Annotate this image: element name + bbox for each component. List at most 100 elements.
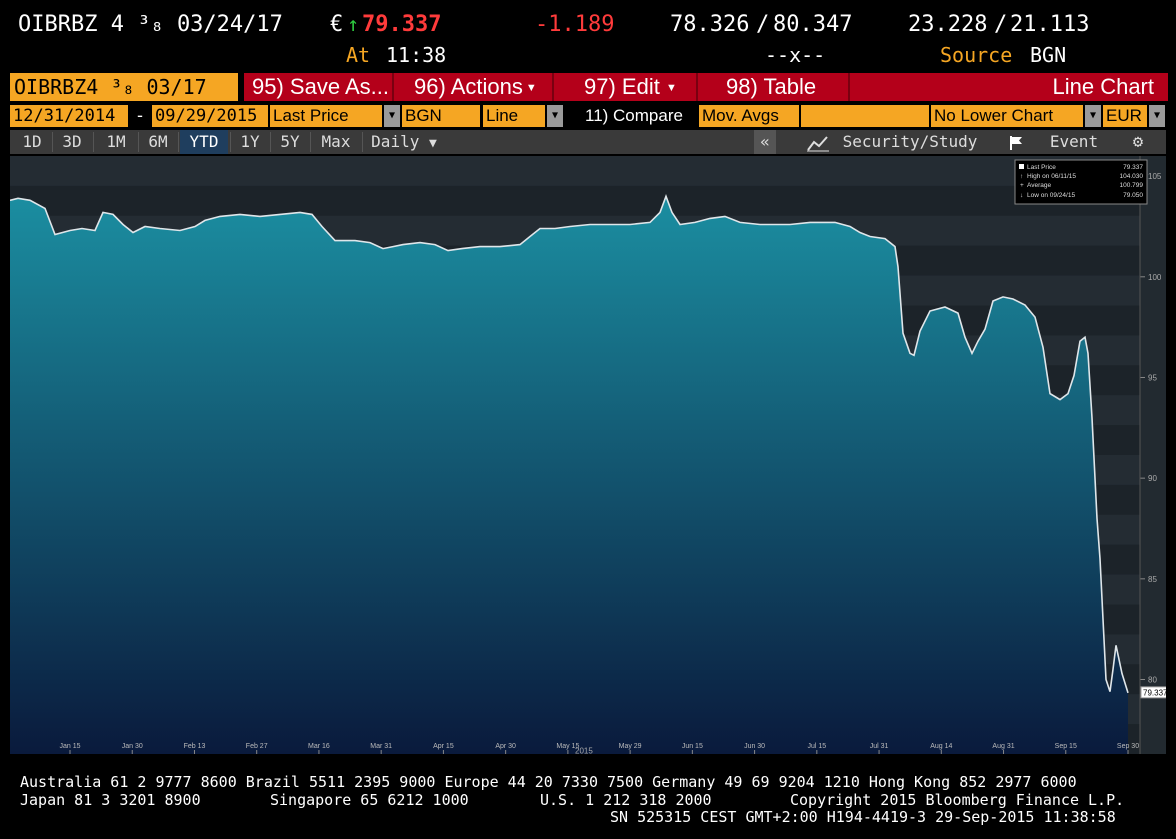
frequency-select[interactable]: Daily ▼ (366, 130, 442, 154)
security-study-button[interactable]: Security/Study (842, 130, 978, 154)
x-tick-label: Sep 15 (1055, 743, 1077, 750)
actions-label: 96) Actions (414, 74, 523, 99)
x-tick-label: Feb 27 (246, 743, 268, 750)
compare-button[interactable]: 11) Compare (585, 105, 683, 127)
edit-label: 97) Edit (584, 74, 660, 99)
field-select[interactable]: Last Price (270, 105, 382, 127)
x-tick-label: Jan 30 (122, 743, 143, 750)
bid-yield: 23.228 (908, 12, 988, 37)
currency-dropdown-icon[interactable]: ▼ (1149, 105, 1165, 127)
currency-symbol: € (330, 12, 344, 37)
mid-marker: --x-- (765, 43, 826, 67)
lower-chart-dropdown-icon[interactable]: ▼ (1085, 105, 1101, 127)
x-tick-label: Aug 14 (930, 743, 952, 750)
last-value-tag: 79.337 (1140, 686, 1166, 699)
footer-singapore: Singapore 65 6212 1000 (270, 791, 469, 809)
legend-average-label: Average (1027, 182, 1051, 189)
legend-high-label: High on 06/11/15 (1027, 173, 1076, 180)
legend-low-value: 79.050 (1123, 192, 1143, 199)
yield-separator: / (994, 12, 1008, 37)
bid-price: 78.326 (670, 12, 750, 37)
chart-band (10, 156, 1140, 186)
range-5y[interactable]: 5Y (272, 130, 308, 154)
x-tick-label: Apr 15 (433, 743, 454, 750)
style-select[interactable]: Line (483, 105, 545, 127)
x-tick-label: Jul 15 (807, 743, 826, 750)
x-tick-label: Apr 30 (495, 743, 516, 750)
ticker-input[interactable]: OIBRBZ4 ³₈ 03/17 (10, 73, 238, 101)
legend-low-label: Low on 09/24/15 (1027, 192, 1075, 199)
net-change: -1.189 (535, 12, 615, 37)
currency-select[interactable]: EUR (1103, 105, 1147, 127)
y-tick-label: 100 (1148, 273, 1162, 282)
settings-gear-icon[interactable]: ⚙ (1124, 130, 1152, 154)
range-1y[interactable]: 1Y (232, 130, 268, 154)
mov-avgs-button[interactable]: Mov. Avgs (699, 105, 799, 127)
frequency-label: Daily (371, 132, 420, 151)
x-tick-label: Jan 15 (59, 743, 80, 750)
legend-last-value: 79.337 (1123, 164, 1143, 171)
legend-swatch (1019, 164, 1024, 169)
chart-type-title: Line Chart (1052, 74, 1154, 99)
y-tick-label: 90 (1148, 474, 1157, 483)
legend-high-value: 104.030 (1120, 173, 1144, 180)
footer-japan: Japan 81 3 3201 8900 (20, 791, 201, 809)
source-label: Source (940, 43, 1013, 67)
x-tick-label: Mar 31 (370, 743, 392, 750)
legend-last-label: Last Price (1027, 164, 1056, 171)
start-date-input[interactable]: 12/31/2014 (10, 105, 128, 127)
footer-copyright: Copyright 2015 Bloomberg Finance L.P. (790, 791, 1125, 809)
ask-yield: 21.113 (1010, 12, 1090, 37)
y-tick-label: 85 (1148, 575, 1157, 584)
range-max[interactable]: Max (312, 130, 360, 154)
end-date-input[interactable]: 09/29/2015 (152, 105, 268, 127)
footer-contacts-line1: Australia 61 2 9777 8600 Brazil 5511 239… (20, 773, 1077, 791)
event-flag-icon[interactable] (1004, 130, 1028, 154)
legend-high-icon: ↑ (1020, 173, 1023, 180)
collapse-button[interactable]: « (754, 130, 776, 154)
event-button[interactable]: Event (1046, 130, 1102, 154)
y-tick-label: 95 (1148, 373, 1157, 382)
chart-legend: Last Price 79.337 ↑ High on 06/11/15 104… (1014, 159, 1148, 205)
style-dropdown-icon[interactable]: ▼ (547, 105, 563, 127)
x-year-label: 2015 (575, 747, 593, 755)
footer-session-info: SN 525315 CEST GMT+2:00 H194-4419-3 29-S… (610, 808, 1116, 826)
range-1m[interactable]: 1M (96, 130, 136, 154)
time-label: At (346, 43, 371, 67)
source-value: BGN (1030, 43, 1067, 67)
last-value-label: 79.337 (1143, 688, 1166, 697)
x-tick-label: Sep 30 (1117, 743, 1139, 750)
table-button[interactable]: 98) Table (700, 73, 850, 101)
price-chart[interactable]: 80 85 90 95 100 105 Jan 15 Jan 30 Feb 13 Feb 27 M… (10, 156, 1166, 754)
chart-band (10, 185, 1140, 216)
legend-low-icon: ↓ (1020, 192, 1023, 199)
security-name: OIBRBZ 4 ³₈ 03/24/17 (18, 12, 283, 37)
table-label: 98) Table (726, 74, 817, 99)
ask-price: 80.347 (773, 12, 853, 37)
field-dropdown-icon[interactable]: ▼ (384, 105, 400, 127)
actions-button[interactable]: 96) Actions ▼ (396, 73, 546, 101)
legend-average-icon: + (1020, 182, 1024, 189)
x-tick-label: May 29 (619, 743, 642, 750)
save-as-button[interactable]: 95) Save As... (242, 73, 392, 101)
range-6m[interactable]: 6M (140, 130, 176, 154)
edit-button[interactable]: 97) Edit ▼ (558, 73, 698, 101)
range-3d[interactable]: 3D (54, 130, 90, 154)
x-tick-label: Jun 30 (744, 743, 765, 750)
y-tick-label: 80 (1148, 676, 1157, 685)
footer-us: U.S. 1 212 318 2000 (540, 791, 712, 809)
x-tick-label: Jul 31 (870, 743, 889, 750)
actions-dropdown-icon: ▼ (522, 82, 537, 95)
lower-chart-select[interactable]: No Lower Chart (931, 105, 1083, 127)
legend-average-value: 100.799 (1120, 182, 1144, 189)
bid-ask-separator: / (756, 12, 770, 37)
x-tick-label: Aug 31 (992, 743, 1014, 750)
source-select[interactable]: BGN (402, 105, 480, 127)
range-ytd[interactable]: YTD (180, 130, 228, 154)
edit-dropdown-icon: ▼ (659, 82, 677, 95)
chart-tools-icon[interactable] (800, 130, 836, 154)
last-price: 79.337 (362, 12, 442, 37)
quote-time: 11:38 (386, 43, 447, 67)
range-1d[interactable]: 1D (14, 130, 50, 154)
uptick-arrow-icon: ↑ (347, 12, 360, 36)
